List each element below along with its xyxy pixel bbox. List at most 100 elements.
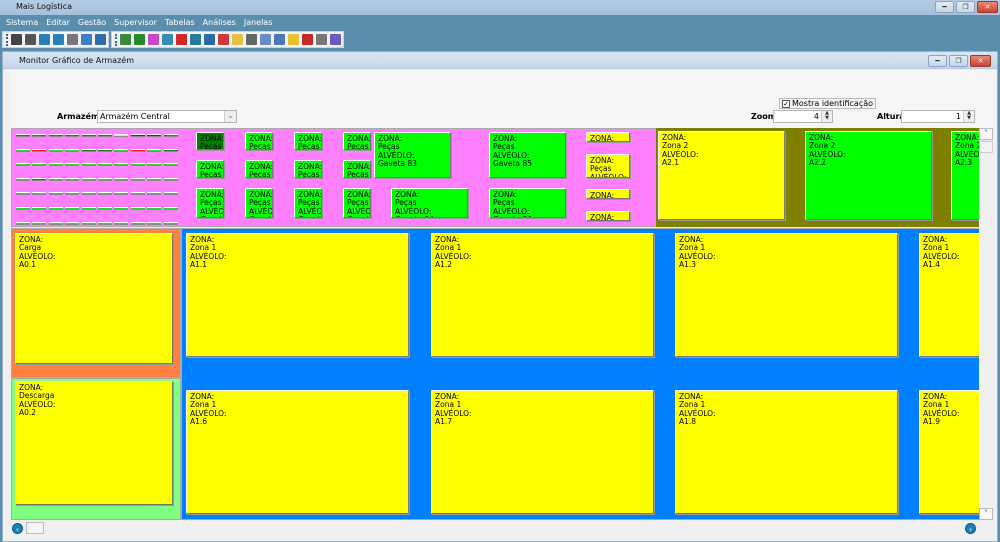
slot-zona-2[interactable]: ZONA: Zona 2 ALVÉOLO: A2.2 bbox=[805, 131, 932, 220]
tiny-slot[interactable] bbox=[32, 163, 47, 167]
slot-pecas[interactable]: ZONA: Pecas bbox=[245, 160, 273, 178]
tiny-slot[interactable] bbox=[147, 207, 162, 210]
menu-janelas[interactable]: Janelas bbox=[244, 16, 273, 30]
tiny-slot[interactable] bbox=[48, 148, 63, 152]
slot-zona-1[interactable]: ZONA: Zona 1 ALVÉOLO: A1.4 bbox=[919, 233, 979, 357]
scroll-down-button[interactable]: ˅ bbox=[979, 508, 993, 520]
tiny-slot[interactable] bbox=[81, 192, 96, 196]
sync-icon[interactable] bbox=[39, 34, 50, 45]
tiny-slot[interactable] bbox=[65, 207, 80, 210]
slot-pecas[interactable]: ZONA: Peças ALVÉOLO: Gaveta 3 bbox=[294, 188, 322, 218]
slot-pecas[interactable]: ZONA: Pecas bbox=[343, 160, 371, 178]
download-icon[interactable] bbox=[316, 34, 327, 45]
slot-pecas[interactable]: ZONA: Pecas bbox=[343, 132, 371, 150]
menu-sistema[interactable]: Sistema bbox=[6, 16, 38, 30]
spinner-arrows-icon[interactable]: ▲ ▼ bbox=[821, 111, 832, 122]
menu-analises[interactable]: Análises bbox=[203, 16, 236, 30]
tiny-slot[interactable] bbox=[81, 134, 96, 137]
tiny-slot[interactable] bbox=[147, 163, 162, 167]
armazem-select[interactable]: Armazém Central ⌄ bbox=[97, 110, 237, 123]
horizontal-scroll-thumb[interactable] bbox=[26, 522, 44, 534]
menu-gestao[interactable]: Gestão bbox=[78, 16, 106, 30]
tiny-slot[interactable] bbox=[81, 148, 96, 152]
toolbar-grip[interactable] bbox=[115, 33, 117, 46]
tiny-slot[interactable] bbox=[65, 148, 80, 152]
slot-zona-1[interactable]: ZONA: Zona 1 ALVÉOLO: A1.1 bbox=[186, 233, 409, 357]
menu-supervisor[interactable]: Supervisor bbox=[114, 16, 157, 30]
tiny-slot[interactable] bbox=[16, 207, 30, 210]
slot-descarga[interactable]: ZONA: Descarga ALVÉOLO: A0.2 bbox=[15, 381, 173, 505]
vertical-scroll-thumb[interactable] bbox=[979, 141, 993, 153]
tiny-slot[interactable] bbox=[98, 207, 112, 210]
tiny-slot[interactable] bbox=[163, 177, 178, 181]
refresh-icon[interactable] bbox=[25, 34, 36, 45]
tiny-slot[interactable] bbox=[16, 177, 30, 181]
vertical-scrollbar[interactable]: ˄ ˅ bbox=[979, 128, 993, 520]
tiny-slot[interactable] bbox=[32, 148, 47, 152]
slot-zona-1[interactable]: ZONA: Zona 1 ALVÉOLO: A1.6 bbox=[186, 390, 409, 514]
slot-pecas[interactable]: ZONA: Peças ALVÉOLO: Gaveta 4 bbox=[343, 188, 371, 218]
tiny-slot[interactable] bbox=[32, 207, 47, 210]
scroll-left-button[interactable]: ‹ bbox=[12, 523, 23, 534]
child-restore-button[interactable]: ❐ bbox=[949, 55, 968, 67]
slot-pecas-pending[interactable]: ZONA: Peças ALVÉOLO: bbox=[586, 154, 630, 178]
tiny-slot[interactable] bbox=[163, 148, 178, 152]
slot-zona-1[interactable]: ZONA: Zona 1 ALVÉOLO: A1.7 bbox=[431, 390, 654, 514]
tiny-slot[interactable] bbox=[65, 221, 80, 225]
slot-pecas[interactable]: ZONA: Pecas bbox=[294, 160, 322, 178]
folder-red-icon[interactable] bbox=[176, 34, 187, 45]
folder-icon[interactable] bbox=[232, 34, 243, 45]
chevron-down-icon[interactable]: ⌄ bbox=[224, 111, 236, 122]
child-close-button[interactable]: ✕ bbox=[970, 55, 991, 67]
grid-icon[interactable] bbox=[95, 34, 106, 45]
slot-pecas[interactable]: ZONA: Peças ALVÉOLO: Gaveta 2 bbox=[245, 188, 273, 218]
tiny-slot[interactable] bbox=[114, 192, 129, 196]
tiny-slot[interactable] bbox=[48, 192, 63, 196]
tiny-slot[interactable] bbox=[98, 221, 112, 225]
tiny-slot[interactable] bbox=[114, 177, 129, 181]
tiny-slot[interactable] bbox=[16, 148, 30, 152]
tiny-slot[interactable] bbox=[16, 134, 30, 137]
menu-editar[interactable]: Editar bbox=[46, 16, 70, 30]
tiny-slot[interactable] bbox=[114, 148, 129, 152]
restore-button[interactable]: ❐ bbox=[956, 1, 975, 13]
minimize-button[interactable]: ━ bbox=[935, 1, 954, 13]
slot-zona-2[interactable]: ZONA: Zona 2 ALVÉOLO: A2.1 bbox=[658, 131, 785, 220]
tiny-slot[interactable] bbox=[98, 134, 112, 137]
calendar-icon[interactable] bbox=[246, 34, 257, 45]
tiny-slot[interactable] bbox=[32, 192, 47, 196]
slot-pecas[interactable]: ZONA: Peças ALVÉOLO: Gaveta 1 bbox=[196, 188, 224, 218]
altura-spinner[interactable]: 1 ▲ ▼ bbox=[901, 110, 975, 123]
tiny-slot[interactable] bbox=[48, 221, 63, 225]
book-green-icon[interactable] bbox=[120, 34, 131, 45]
spinner-arrows-icon[interactable]: ▲ ▼ bbox=[963, 111, 974, 122]
tiny-slot[interactable] bbox=[48, 207, 63, 210]
tiny-slot[interactable] bbox=[81, 221, 96, 225]
tiny-slot[interactable] bbox=[130, 207, 145, 210]
tiny-slot[interactable] bbox=[147, 134, 162, 137]
sync-alt-icon[interactable] bbox=[53, 34, 64, 45]
tiny-slot[interactable] bbox=[114, 221, 129, 225]
tiny-slot[interactable] bbox=[81, 163, 96, 167]
user-icon[interactable] bbox=[134, 34, 145, 45]
tiny-slot[interactable] bbox=[147, 177, 162, 181]
menu-tabelas[interactable]: Tabelas bbox=[165, 16, 195, 30]
tiny-slot[interactable] bbox=[163, 221, 178, 225]
tiny-slot[interactable] bbox=[130, 163, 145, 167]
tiny-slot[interactable] bbox=[163, 207, 178, 210]
tiny-slot[interactable] bbox=[130, 134, 145, 137]
tiny-slot[interactable] bbox=[32, 134, 47, 137]
tiny-slot[interactable] bbox=[81, 207, 96, 210]
zoom-spinner[interactable]: 4 ▲ ▼ bbox=[773, 110, 833, 123]
tiny-slot[interactable] bbox=[65, 177, 80, 181]
tiny-slot[interactable] bbox=[147, 221, 162, 225]
child-minimize-button[interactable]: ━ bbox=[928, 55, 947, 67]
pen-icon[interactable] bbox=[330, 34, 341, 45]
zone-carga[interactable]: ZONA: Carga ALVÉOLO: A0.1 bbox=[11, 228, 181, 378]
tiny-slot[interactable] bbox=[130, 221, 145, 225]
slot-pecas[interactable]: ZONA: Pecas bbox=[294, 132, 322, 150]
form-icon[interactable] bbox=[148, 34, 159, 45]
tiny-slot[interactable] bbox=[114, 163, 129, 167]
slot-pecas-gaveta[interactable]: ZONA: Peças ALVÉOLO: Gaveta 83 bbox=[374, 132, 451, 178]
tiny-slot[interactable] bbox=[48, 163, 63, 167]
